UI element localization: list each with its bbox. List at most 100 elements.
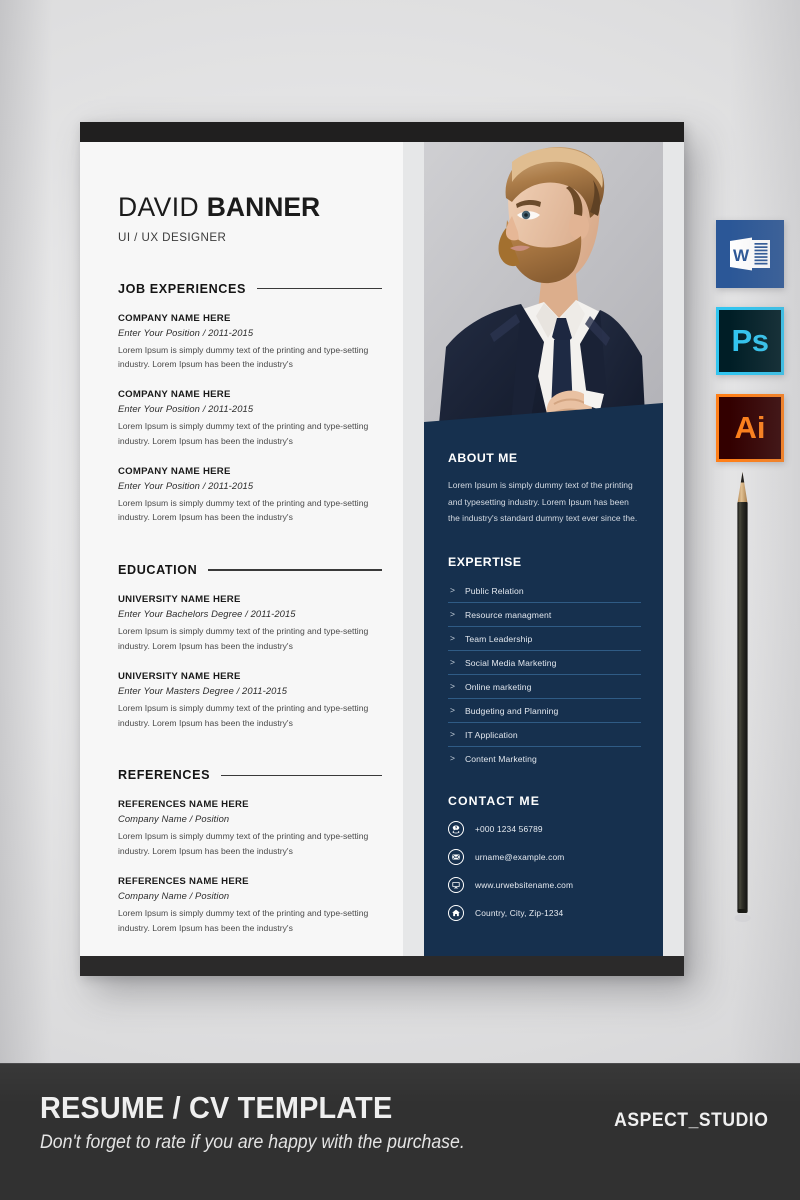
phone-icon bbox=[448, 820, 464, 837]
black-pencil bbox=[731, 469, 755, 924]
badge-glyph: Ai bbox=[734, 410, 766, 445]
entry-subtitle: Enter Your Position / 2011-2015 bbox=[118, 403, 254, 415]
contact-value: +000 1234 56789 bbox=[475, 823, 543, 834]
resume-right-column: ABOUT ME Lorem Ipsum is simply dummy tex… bbox=[424, 142, 684, 956]
section-title: REFERENCES bbox=[118, 768, 211, 783]
entry-subtitle: Enter Your Position / 2011-2015 bbox=[118, 326, 254, 338]
entry-title: COMPANY NAME HERE bbox=[118, 312, 231, 324]
entry-title: COMPANY NAME HERE bbox=[118, 465, 231, 477]
adobe-illustrator-badge: Ai bbox=[716, 394, 784, 462]
section-rule bbox=[221, 774, 382, 776]
entry-body: Lorem Ipsum is simply dummy text of the … bbox=[118, 344, 369, 370]
reference-entry: REFERENCES NAME HERE Company Name / Posi… bbox=[118, 799, 382, 859]
section-header-references: REFERENCES bbox=[118, 768, 382, 782]
section-title-contact-me: CONTACT ME bbox=[448, 793, 541, 808]
chevron-right-icon: > bbox=[450, 705, 455, 716]
section-rule bbox=[256, 287, 382, 290]
svg-text:W: W bbox=[733, 246, 750, 265]
list-item: > Team Leadership bbox=[448, 627, 641, 651]
entry-title: UNIVERSITY NAME HERE bbox=[118, 594, 241, 606]
chevron-right-icon: > bbox=[450, 729, 455, 740]
education-entry: UNIVERSITY NAME HERE Enter Your Bachelor… bbox=[118, 594, 382, 654]
page-bottom-bar bbox=[80, 956, 684, 976]
entry-title: UNIVERSITY NAME HERE bbox=[118, 670, 241, 682]
list-item: > Online marketing bbox=[448, 675, 641, 699]
entry-subtitle: Enter Your Position / 2011-2015 bbox=[118, 479, 254, 491]
contact-item-address: Country, City, Zip-1234 bbox=[448, 904, 641, 921]
about-me-body: Lorem Ipsum is simply dummy text of the … bbox=[448, 480, 638, 524]
expertise-label: Public Relation bbox=[464, 585, 524, 596]
section-title-about-me: ABOUT ME bbox=[448, 451, 518, 465]
first-name: DAVID bbox=[118, 192, 200, 222]
section-title: JOB EXPERIENCES bbox=[118, 281, 246, 296]
footer-brand: ASPECT_STUDIO bbox=[613, 1109, 768, 1131]
monitor-icon bbox=[448, 876, 464, 893]
chevron-right-icon: > bbox=[450, 753, 455, 764]
reference-entry: REFERENCES NAME HERE Company Name / Posi… bbox=[118, 876, 382, 936]
expertise-label: Team Leadership bbox=[464, 633, 533, 644]
entry-body: Lorem Ipsum is simply dummy text of the … bbox=[118, 626, 369, 651]
entry-subtitle: Enter Your Bachelors Degree / 2011-2015 bbox=[118, 608, 296, 620]
chevron-right-icon: > bbox=[450, 681, 455, 692]
chevron-right-icon: > bbox=[450, 633, 455, 644]
experience-entry: COMPANY NAME HERE Enter Your Position / … bbox=[118, 389, 382, 449]
last-name: BANNER bbox=[206, 192, 321, 222]
education-entry: UNIVERSITY NAME HERE Enter Your Masters … bbox=[118, 671, 382, 731]
contact-value: www.urwebsitename.com bbox=[475, 879, 574, 890]
list-item: > IT Application bbox=[448, 723, 641, 747]
entry-body: Lorem Ipsum is simply dummy text of the … bbox=[118, 702, 369, 728]
chevron-right-icon: > bbox=[450, 657, 455, 668]
home-icon bbox=[448, 904, 464, 921]
list-item: > Content Marketing bbox=[448, 747, 641, 770]
expertise-label: Online marketing bbox=[464, 681, 532, 692]
contact-value: Country, City, Zip-1234 bbox=[475, 907, 564, 918]
entry-subtitle: Company Name / Position bbox=[118, 889, 230, 901]
expertise-label: Social Media Marketing bbox=[464, 657, 557, 668]
envelope-icon bbox=[448, 848, 464, 865]
avatar bbox=[424, 142, 663, 435]
contact-list: +000 1234 56789 urname@example.com www.u… bbox=[448, 820, 641, 921]
contact-item-email: urname@example.com bbox=[448, 848, 641, 865]
section-rule bbox=[208, 569, 382, 571]
adobe-photoshop-badge: Ps bbox=[716, 307, 784, 375]
expertise-label: Resource managment bbox=[464, 609, 552, 620]
section-title: EDUCATION bbox=[118, 563, 198, 578]
resume-page: DAVID BANNER UI / UX DESIGNER JOB EXPERI… bbox=[80, 122, 684, 976]
entry-title: REFERENCES NAME HERE bbox=[118, 799, 249, 811]
job-role-subtitle: UI / UX DESIGNER bbox=[118, 230, 227, 244]
list-item: > Resource managment bbox=[448, 603, 641, 627]
badge-glyph: Ps bbox=[731, 323, 769, 358]
entry-body: Lorem Ipsum is simply dummy text of the … bbox=[118, 421, 369, 446]
list-item: > Social Media Marketing bbox=[448, 651, 641, 675]
entry-body: Lorem Ipsum is simply dummy text of the … bbox=[118, 497, 369, 523]
resume-navy-panel: ABOUT ME Lorem Ipsum is simply dummy tex… bbox=[424, 403, 663, 956]
footer-subtitle: Don't forget to rate if you are happy wi… bbox=[40, 1132, 465, 1153]
expertise-list: > Public Relation > Resource managment >… bbox=[448, 579, 641, 770]
entry-title: COMPANY NAME HERE bbox=[118, 389, 231, 401]
entry-title: REFERENCES NAME HERE bbox=[118, 875, 249, 887]
page-title: DAVID BANNER bbox=[118, 194, 382, 221]
resume-sheet: DAVID BANNER UI / UX DESIGNER JOB EXPERI… bbox=[80, 142, 684, 956]
microsoft-word-badge: W bbox=[716, 220, 784, 288]
list-item: > Budgeting and Planning bbox=[448, 699, 641, 723]
section-header-education: EDUCATION bbox=[118, 563, 382, 577]
presentation-stage: DAVID BANNER UI / UX DESIGNER JOB EXPERI… bbox=[0, 0, 800, 1063]
page-top-bar bbox=[80, 122, 684, 142]
column-gutter bbox=[403, 142, 424, 956]
entry-subtitle: Company Name / Position bbox=[118, 813, 230, 825]
chevron-right-icon: > bbox=[450, 585, 455, 596]
footer-title: RESUME / CV TEMPLATE bbox=[40, 1090, 393, 1125]
chevron-right-icon: > bbox=[450, 609, 455, 620]
contact-value: urname@example.com bbox=[475, 851, 565, 862]
footer-banner: RESUME / CV TEMPLATE Don't forget to rat… bbox=[0, 1063, 800, 1200]
contact-item-phone: +000 1234 56789 bbox=[448, 820, 641, 837]
entry-subtitle: Enter Your Masters Degree / 2011-2015 bbox=[118, 684, 288, 696]
experience-entry: COMPANY NAME HERE Enter Your Position / … bbox=[118, 313, 382, 373]
expertise-label: Budgeting and Planning bbox=[464, 705, 559, 716]
expertise-label: Content Marketing bbox=[464, 753, 537, 764]
software-badge-list: W Ps Ai bbox=[716, 220, 784, 481]
section-title-expertise: EXPERTISE bbox=[448, 554, 522, 569]
section-header-job-experiences: JOB EXPERIENCES bbox=[118, 282, 382, 296]
entry-body: Lorem Ipsum is simply dummy text of the … bbox=[118, 907, 369, 933]
resume-left-column: DAVID BANNER UI / UX DESIGNER JOB EXPERI… bbox=[80, 142, 403, 956]
